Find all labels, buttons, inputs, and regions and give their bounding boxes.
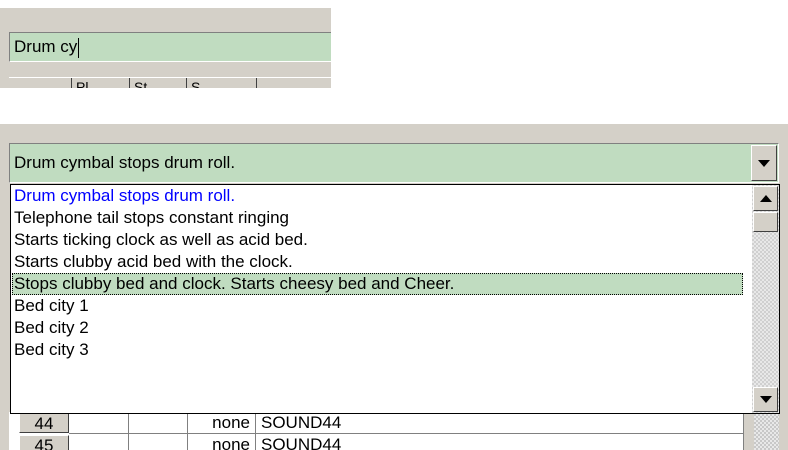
dropdown-scrollbar[interactable]	[752, 185, 779, 413]
dropdown-option[interactable]: Bed city 2	[12, 317, 743, 339]
chevron-down-icon	[758, 159, 770, 167]
table-cell-name[interactable]: SOUND44	[256, 412, 744, 434]
column-header-s[interactable]: S	[186, 78, 256, 88]
dropdown-list: Drum cymbal stops drum roll. Telephone t…	[10, 184, 780, 414]
sound-grid: 44 none SOUND44 45 none SOUND44	[9, 412, 779, 450]
table-row[interactable]: 44 none SOUND44	[9, 412, 744, 434]
dropdown-option[interactable]: Bed city 1	[12, 295, 743, 317]
cue-combobox[interactable]: Drum cymbal stops drum roll.	[9, 143, 779, 183]
dropdown-option[interactable]: Starts ticking clock as well as acid bed…	[12, 229, 743, 251]
table-cell[interactable]	[129, 412, 188, 434]
row-number[interactable]: 44	[19, 413, 69, 433]
combobox-dropdown-button[interactable]	[751, 145, 777, 181]
table-row[interactable]: 45 none SOUND44	[9, 434, 744, 450]
column-header-row: Pl St S	[9, 77, 331, 88]
dropdown-option[interactable]: Starts clubby acid bed with the clock.	[12, 251, 743, 273]
arrow-up-icon	[759, 195, 772, 202]
table-cell-type[interactable]: none	[188, 434, 256, 450]
top-fragment: Drum cy Pl St S	[0, 8, 331, 88]
scroll-up-button[interactable]	[753, 186, 778, 211]
dropdown-option[interactable]: Telephone tail stops constant ringing	[12, 207, 743, 229]
search-input[interactable]: Drum cy	[9, 32, 331, 62]
dropdown-option[interactable]: Bed city 3	[12, 339, 743, 361]
arrow-down-icon	[759, 396, 772, 403]
dropdown-option-highlighted[interactable]: Stops clubby bed and clock. Starts chees…	[12, 273, 743, 295]
column-header-st[interactable]: St	[129, 78, 186, 88]
scroll-thumb[interactable]	[753, 212, 778, 232]
table-cell[interactable]	[69, 434, 129, 450]
table-cell-type[interactable]: none	[188, 412, 256, 434]
text-caret	[78, 37, 80, 58]
table-cell-name[interactable]: SOUND44	[256, 434, 744, 450]
bottom-fragment: 44 none SOUND44 45 none SOUND44 Drum cym…	[0, 124, 788, 450]
scroll-down-button[interactable]	[753, 387, 778, 412]
combobox-value: Drum cymbal stops drum roll.	[14, 153, 236, 172]
search-input-text: Drum cy	[14, 37, 78, 56]
dropdown-option[interactable]: Drum cymbal stops drum roll.	[12, 185, 743, 207]
table-cell[interactable]	[129, 434, 188, 450]
row-number[interactable]: 45	[19, 435, 69, 450]
table-cell[interactable]	[69, 412, 129, 434]
column-header-4[interactable]	[256, 78, 331, 88]
column-header-0[interactable]	[9, 78, 71, 88]
grid-scrollbar[interactable]	[754, 412, 779, 450]
column-header-pl[interactable]: Pl	[71, 78, 129, 88]
